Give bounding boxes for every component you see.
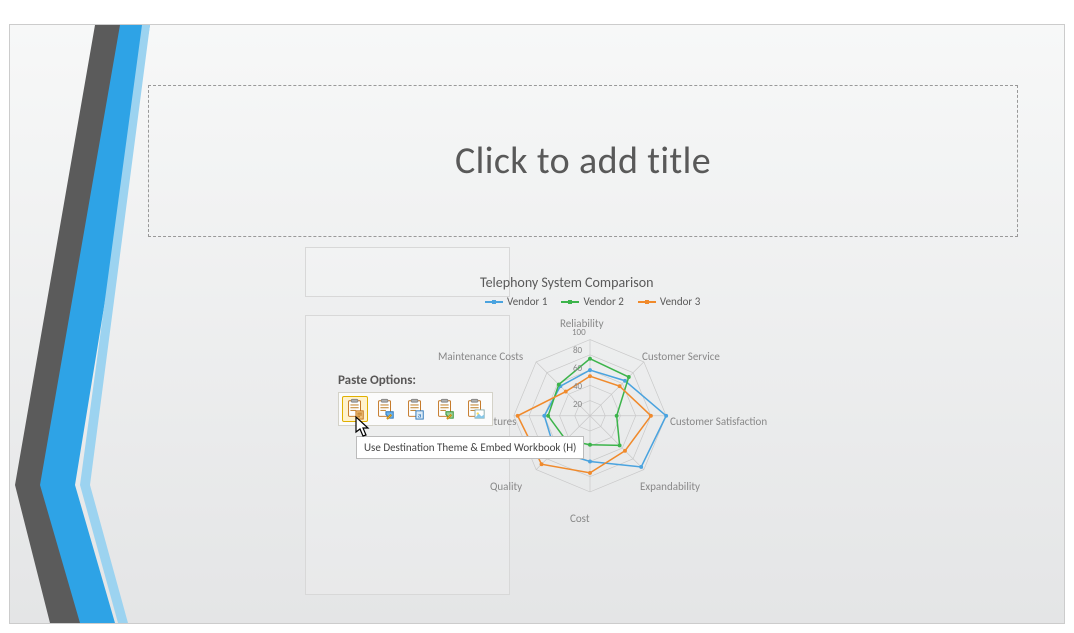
axis-label-expandability: Expandability — [640, 480, 700, 493]
paste-options-panel: Paste Options: a — [338, 373, 493, 443]
axis-label-customer-satisfaction: Customer Satisfaction — [670, 415, 767, 428]
legend-item-vendor3: Vendor 3 — [638, 295, 700, 308]
axis-label-cost: Cost — [570, 512, 590, 525]
title-placeholder[interactable]: Click to add title — [148, 85, 1018, 237]
paste-option-use-destination-theme-embed[interactable] — [342, 396, 368, 422]
paste-option-use-destination-theme-link[interactable]: a — [402, 396, 428, 422]
axis-label-quality: Quality — [490, 480, 522, 493]
tick-40: 40 — [573, 381, 582, 392]
paste-tooltip: Use Destination Theme & Embed Workbook (… — [356, 436, 584, 459]
paste-option-keep-source-formatting-link[interactable] — [432, 396, 458, 422]
title-text: Click to add title — [455, 138, 711, 184]
axis-label-maintenance-costs: Maintenance Costs — [438, 350, 523, 363]
tick-80: 80 — [573, 345, 582, 356]
axis-label-customer-service: Customer Service — [642, 350, 720, 363]
paste-options-label: Paste Options: — [338, 373, 493, 388]
chart-title: Telephony System Comparison — [480, 274, 653, 291]
theme-stripes — [10, 25, 170, 623]
svg-text:a: a — [418, 410, 422, 419]
chart-legend: Vendor 1 Vendor 2 Vendor 3 — [485, 295, 700, 308]
slide-canvas: Click to add title Telephony System Comp… — [10, 25, 1064, 623]
paste-option-keep-source-formatting-embed[interactable] — [372, 396, 398, 422]
tick-60: 60 — [573, 363, 582, 374]
tick-20: 20 — [573, 399, 582, 410]
paste-option-paste-as-picture[interactable] — [462, 396, 488, 422]
legend-item-vendor1: Vendor 1 — [485, 295, 547, 308]
legend-item-vendor2: Vendor 2 — [561, 295, 623, 308]
tick-100: 100 — [572, 327, 586, 338]
paste-options-toolbar: a — [338, 392, 493, 426]
